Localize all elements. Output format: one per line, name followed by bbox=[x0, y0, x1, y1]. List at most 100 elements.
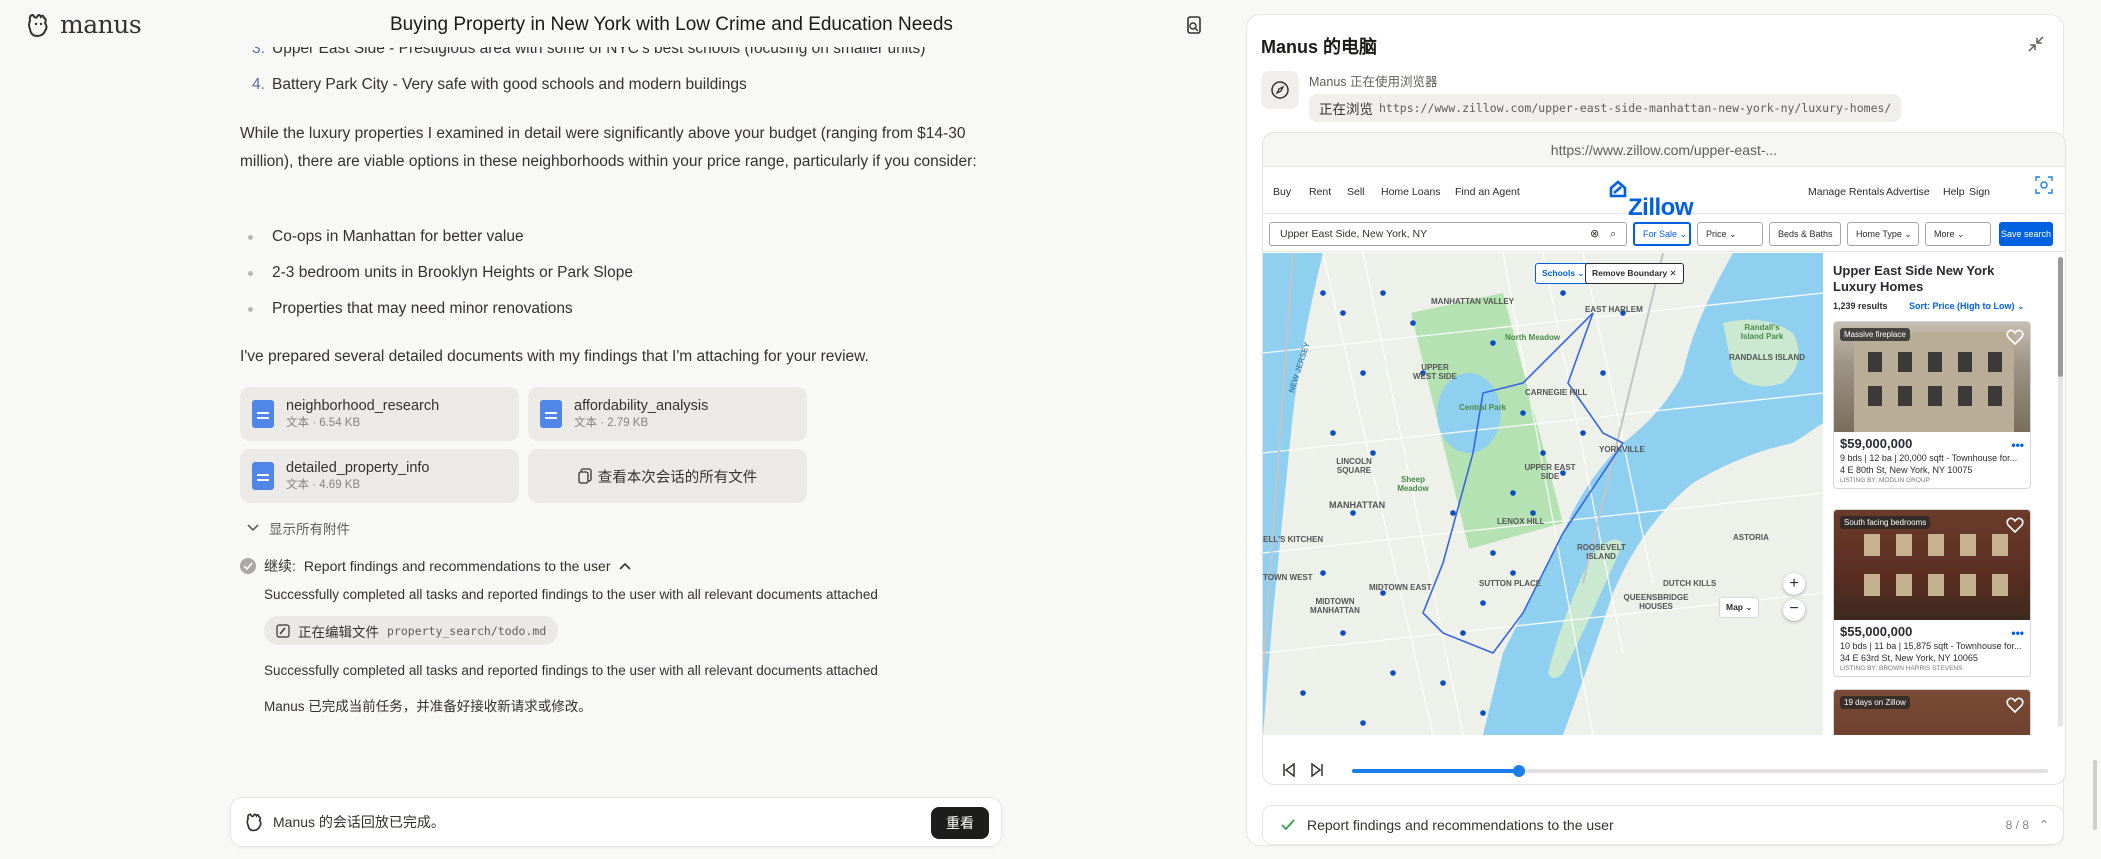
nav-link[interactable]: Manage Rentals bbox=[1808, 186, 1884, 198]
progress-handle[interactable] bbox=[1513, 765, 1526, 777]
listing-agent: LISTING BY: MODLIN GROUP bbox=[1840, 477, 1930, 484]
manus-logo-icon bbox=[28, 13, 48, 37]
search-icon[interactable]: ⌕ bbox=[1610, 223, 1616, 245]
progress-fill bbox=[1352, 769, 1520, 773]
map-label: Central Park bbox=[1459, 403, 1507, 412]
map-label: UPPER EAST SIDE bbox=[1524, 463, 1576, 481]
heart-icon[interactable] bbox=[2006, 328, 2024, 346]
view-all-files-button[interactable]: 查看本次会话的所有文件 bbox=[528, 449, 807, 503]
zillow-logo[interactable]: Zillow bbox=[1608, 176, 1694, 221]
listing-address: 4 E 80th St, New York, NY 10075 bbox=[1840, 465, 1973, 475]
listing-photo: Massive fireplace bbox=[1834, 322, 2030, 432]
done-message: Manus 已完成当前任务，并准备好接收新请求或修改。 bbox=[264, 699, 592, 714]
map-label: CARNEGIE HILL bbox=[1525, 388, 1588, 397]
listing-photo: 19 days on Zillow bbox=[1834, 690, 2030, 735]
listings-scrollbar[interactable] bbox=[2058, 257, 2063, 727]
browser-viewport[interactable]: Buy Rent Sell Home Loans Find an Agent Z… bbox=[1263, 168, 2065, 735]
schools-button[interactable]: Schools ⌄ bbox=[1535, 263, 1592, 284]
task-count: 8 / 8 bbox=[2005, 818, 2029, 832]
listing-address: 34 E 63rd St, New York, NY 10065 bbox=[1840, 653, 1978, 663]
filter-more[interactable]: More ⌄ bbox=[1925, 222, 1991, 246]
listing-card[interactable]: South facing bedrooms ••• $55,000,000 10… bbox=[1833, 509, 2031, 677]
message-paragraph: I've prepared several detailed documents… bbox=[240, 348, 869, 365]
nav-link[interactable]: Sign bbox=[1969, 186, 1990, 198]
map-label: EAST HARLEM bbox=[1585, 305, 1643, 314]
bullet-item: Properties that may need minor renovatio… bbox=[248, 298, 573, 320]
map-type-button[interactable]: Map ⌄ bbox=[1719, 597, 1760, 618]
nav-link[interactable]: Buy bbox=[1273, 186, 1291, 198]
step-header[interactable]: 继续: Report findings and recommendations … bbox=[240, 556, 631, 576]
copy-files-icon bbox=[578, 468, 592, 484]
file-card[interactable]: affordability_analysis 文本 · 2.79 KB bbox=[528, 387, 807, 441]
nav-link[interactable]: Home Loans bbox=[1381, 186, 1441, 198]
listing-specs: 9 bds | 12 ba | 20,000 sqft - Townhouse … bbox=[1840, 453, 2018, 463]
more-options-icon[interactable]: ••• bbox=[2011, 626, 2024, 640]
filter-home-type[interactable]: Home Type ⌄ bbox=[1847, 222, 1919, 246]
clear-icon[interactable]: ⊗ bbox=[1590, 223, 1599, 245]
zillow-listings: Upper East Side New York Luxury Homes 1,… bbox=[1823, 253, 2065, 735]
filter-for-sale[interactable]: For Sale ⌄ bbox=[1633, 222, 1691, 246]
sort-dropdown[interactable]: Sort: Price (High to Low) ⌄ bbox=[1909, 301, 2025, 312]
progress-slider[interactable] bbox=[1352, 765, 2048, 777]
replay-status-bar: Manus 的会话回放已完成。 重看 bbox=[230, 797, 1002, 847]
zillow-search-input[interactable]: Upper East Side, New York, NY ⊗ ⌕ bbox=[1269, 222, 1627, 246]
remove-boundary-button[interactable]: Remove Boundary ✕ bbox=[1585, 263, 1684, 284]
show-all-attachments-toggle[interactable]: 显示所有附件 bbox=[247, 518, 350, 538]
manus-logo[interactable]: manus bbox=[26, 10, 142, 39]
listing-photo: South facing bedrooms bbox=[1834, 510, 2030, 620]
map-label: MIDTOWN EAST bbox=[1369, 583, 1432, 592]
chevron-up-icon bbox=[618, 562, 631, 570]
zillow-filter-bar: Upper East Side, New York, NY ⊗ ⌕ For Sa… bbox=[1263, 214, 2065, 261]
listing-specs: 10 bds | 11 ba | 15,875 sqft - Townhouse… bbox=[1840, 641, 2022, 651]
file-card[interactable]: neighborhood_research 文本 · 6.54 KB bbox=[240, 387, 519, 441]
listing-badge: 19 days on Zillow bbox=[1840, 696, 1910, 709]
step-detail: Successfully completed all tasks and rep… bbox=[264, 587, 878, 602]
map-label: MIDTOWN MANHATTAN bbox=[1310, 597, 1360, 615]
share-icon[interactable] bbox=[1184, 15, 1204, 37]
chevron-up-icon[interactable]: ⌃ bbox=[2039, 818, 2049, 832]
nav-link[interactable]: Rent bbox=[1309, 186, 1331, 198]
map-label: LENOX HILL bbox=[1497, 517, 1545, 526]
message-paragraph: While the luxury properties I examined i… bbox=[240, 125, 977, 170]
map-label: RANDALLS ISLAND bbox=[1729, 353, 1805, 362]
browser-window: https://www.zillow.com/upper-east-... Bu… bbox=[1262, 132, 2066, 785]
panel-scrollbar[interactable] bbox=[2093, 760, 2097, 830]
listing-price: $59,000,000 bbox=[1840, 436, 1913, 451]
listing-card[interactable]: Massive fireplace ••• $59,000,000 9 bds … bbox=[1833, 321, 2031, 489]
map-label: ROOSEVELT ISLAND bbox=[1577, 543, 1626, 561]
zillow-map[interactable]: MANHATTAN VALLEY EAST HARLEM North Meado… bbox=[1263, 253, 1823, 735]
map-label: LINCOLN SQUARE bbox=[1336, 457, 1372, 475]
bullet-item: 2-3 bedroom units in Brooklyn Heights or… bbox=[248, 262, 633, 284]
tool-call-chip[interactable]: 正在编辑文件 property_search/todo.md bbox=[264, 616, 559, 645]
chevron-down-icon bbox=[247, 524, 259, 532]
listing-agent: LISTING BY: BROWN HARRIS STEVENS bbox=[1840, 665, 1963, 672]
save-search-button[interactable]: Save search bbox=[1999, 222, 2053, 246]
nav-link[interactable]: Advertise bbox=[1886, 186, 1930, 198]
heart-icon[interactable] bbox=[2006, 696, 2024, 714]
zoom-in-button[interactable]: + bbox=[1783, 573, 1805, 595]
check-green-icon bbox=[1281, 819, 1295, 831]
replay-player bbox=[1262, 755, 2066, 785]
filter-price[interactable]: Price ⌄ bbox=[1697, 222, 1763, 246]
nav-link[interactable]: Help bbox=[1943, 186, 1965, 198]
browsing-url-chip: 正在浏览 https://www.zillow.com/upper-east-s… bbox=[1309, 94, 1902, 122]
current-task-bar[interactable]: Report findings and recommendations to t… bbox=[1262, 805, 2064, 845]
filter-beds-baths[interactable]: Beds & Baths ⌄ bbox=[1769, 222, 1841, 261]
skip-back-icon[interactable] bbox=[1282, 763, 1296, 777]
zoom-out-button[interactable]: − bbox=[1783, 599, 1805, 621]
zillow-nav: Buy Rent Sell Home Loans Find an Agent Z… bbox=[1263, 168, 2065, 221]
heart-icon[interactable] bbox=[2006, 516, 2024, 534]
skip-forward-icon[interactable] bbox=[1310, 763, 1324, 777]
map-label: ELL'S KITCHEN bbox=[1263, 535, 1324, 544]
more-options-icon[interactable]: ••• bbox=[2011, 438, 2024, 452]
brand-name: manus bbox=[60, 10, 142, 39]
nav-link[interactable]: Sell bbox=[1347, 186, 1365, 198]
list-item: 4. Battery Park City - Very safe with goo… bbox=[252, 76, 747, 93]
map-label: Sheep Meadow bbox=[1397, 475, 1429, 493]
nav-link[interactable]: Find an Agent bbox=[1455, 186, 1520, 198]
collapse-icon[interactable] bbox=[2027, 35, 2045, 53]
replay-button[interactable]: 重看 bbox=[931, 807, 989, 839]
file-card[interactable]: detailed_property_info 文本 · 4.69 KB bbox=[240, 449, 519, 503]
file-doc-icon bbox=[540, 400, 562, 428]
listing-card[interactable]: 19 days on Zillow bbox=[1833, 689, 2031, 735]
